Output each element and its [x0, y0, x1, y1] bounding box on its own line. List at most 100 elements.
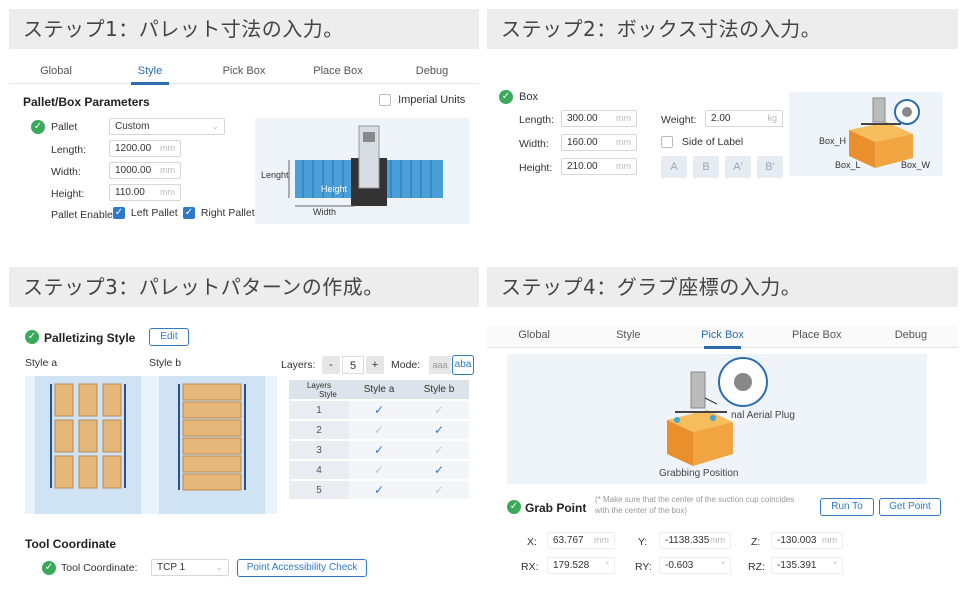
pallet-width-field[interactable]: 1000.00 mm — [109, 162, 181, 179]
tab-global[interactable]: Global — [9, 62, 103, 83]
step3-panel: ✓ Palletizing Style Edit Style a Style b… — [9, 316, 479, 598]
style-a-cell[interactable]: ✓ — [349, 400, 409, 421]
pallet-width-value: 1000.00 — [115, 165, 152, 176]
grab-illustration: nal Aerial Plug Grabbing Position — [507, 354, 927, 484]
right-pallet-checkbox[interactable]: ✓ Right Pallet — [183, 207, 255, 220]
tab-debug[interactable]: Debug — [864, 326, 958, 347]
unit-label: mm — [710, 535, 725, 545]
illus-grabbing-position: Grabbing Position — [659, 468, 739, 479]
tab-place-box[interactable]: Place Box — [291, 62, 385, 83]
style-b-cell[interactable]: ✓ — [409, 460, 469, 481]
style-a-cell[interactable]: ✓ — [349, 480, 409, 501]
tab-place-box[interactable]: Place Box — [770, 326, 864, 347]
tab-pick-box[interactable]: Pick Box — [675, 326, 769, 349]
imperial-units-checkbox[interactable]: Imperial Units — [379, 94, 465, 107]
style-a-cell[interactable]: ✓ — [349, 440, 409, 461]
step3-header: ステップ3：パレットパターンの作成。 — [9, 267, 479, 307]
unit-label: mm — [616, 137, 631, 147]
rx-value: 179.528 — [553, 560, 590, 571]
pallet-box-params-title: Pallet/Box Parameters — [23, 95, 150, 109]
col-style-b: Style b — [409, 380, 469, 401]
rz-label: RZ: — [748, 561, 765, 573]
right-pallet-box[interactable]: ✓ — [183, 207, 195, 220]
unit-label: mm — [160, 165, 175, 175]
check-icon: ✓ — [433, 423, 445, 437]
pallet-height-field[interactable]: 110.00 mm — [109, 184, 181, 201]
get-point-button[interactable]: Get Point — [879, 498, 941, 516]
edit-button[interactable]: Edit — [149, 328, 189, 346]
face-a-prime-button[interactable]: A' — [725, 156, 751, 178]
point-accessibility-check-button[interactable]: Point Accessibility Check — [237, 559, 367, 577]
ry-field[interactable]: -0.603 ° — [659, 557, 731, 574]
style-a-label: Style a — [25, 357, 58, 369]
y-value: -1138.335 — [665, 535, 710, 546]
layer-style-table: Layers Style Style a Style b 1 ✓ ✓ 2 ✓ ✓ 3 ✓ ✓ 4 ✓ ✓… — [289, 380, 469, 501]
side-of-label-box[interactable] — [661, 136, 673, 149]
style-b-cell[interactable]: ✓ — [409, 400, 469, 421]
layers-minus-button[interactable]: - — [322, 356, 340, 374]
style-b-cell[interactable]: ✓ — [409, 480, 469, 501]
y-field[interactable]: -1138.335 mm — [659, 532, 731, 549]
tab-global[interactable]: Global — [487, 326, 581, 347]
face-b-button[interactable]: B — [693, 156, 719, 178]
layers-value[interactable]: 5 — [342, 356, 364, 374]
grab-point-note: (* Make sure that the center of the suct… — [595, 495, 795, 515]
run-to-button[interactable]: Run To — [820, 498, 874, 516]
check-icon: ✓ — [373, 423, 385, 437]
z-field[interactable]: -130.003 mm — [771, 532, 843, 549]
box-weight-field[interactable]: 2.00 kg — [705, 110, 783, 127]
mode-aaa-button[interactable]: aaa — [429, 356, 451, 374]
table-row: 5 ✓ ✓ — [289, 480, 469, 501]
x-label: X: — [527, 536, 537, 548]
tab-debug[interactable]: Debug — [385, 62, 479, 83]
face-a-button[interactable]: A — [661, 156, 687, 178]
pallet-check-icon: ✓ — [31, 120, 45, 134]
degree-label: ° — [721, 560, 725, 570]
y-label: Y: — [638, 536, 648, 548]
box-length-field[interactable]: 300.00 mm — [561, 110, 637, 127]
pallet-illustration: Lenght Width Height — [255, 118, 469, 224]
step2-header: ステップ2：ボックス寸法の入力。 — [487, 9, 958, 49]
pallet-length-field[interactable]: 1200.00 mm — [109, 140, 181, 157]
rx-field[interactable]: 179.528 ° — [547, 557, 615, 574]
palletizing-style-title: Palletizing Style — [44, 331, 136, 345]
imperial-units-box[interactable] — [379, 94, 391, 107]
face-b-prime-button[interactable]: B' — [757, 156, 783, 178]
style-a-cell[interactable]: ✓ — [349, 420, 409, 441]
grab-point-title: Grab Point — [525, 501, 587, 515]
tab-style[interactable]: Style — [581, 326, 675, 347]
style-b-cell[interactable]: ✓ — [409, 420, 469, 441]
mode-aba-button[interactable]: aba — [452, 355, 474, 375]
box-width-value: 160.00 — [567, 137, 598, 148]
tab-pick-box[interactable]: Pick Box — [197, 62, 291, 83]
box-height-field[interactable]: 210.00 mm — [561, 158, 637, 175]
x-field[interactable]: 63.767 mm — [547, 532, 615, 549]
unit-label: mm — [616, 113, 631, 123]
left-pallet-box[interactable]: ✓ — [113, 207, 125, 220]
tab-style[interactable]: Style — [103, 62, 197, 85]
pallet-width-label: Width: — [51, 166, 81, 178]
rz-value: -135.391 — [777, 560, 817, 571]
side-of-label-checkbox[interactable]: Side of Label — [661, 136, 743, 149]
z-value: -130.003 — [777, 535, 817, 546]
box-width-field[interactable]: 160.00 mm — [561, 134, 637, 151]
check-icon: ✓ — [373, 463, 385, 477]
illus-length-label: Lenght — [261, 170, 289, 180]
left-pallet-checkbox[interactable]: ✓ Left Pallet — [113, 207, 178, 220]
style-b-cell[interactable]: ✓ — [409, 440, 469, 461]
illus-width-label: Width — [313, 207, 337, 217]
step4-panel: Global Style Pick Box Place Box Debug na… — [487, 316, 958, 598]
table-row: 3 ✓ ✓ — [289, 440, 469, 461]
check-icon: ✓ — [433, 403, 445, 417]
tool-coordinate-select[interactable]: TCP 1 ⌄ — [151, 559, 229, 576]
unit-label: mm — [822, 535, 837, 545]
ry-value: -0.603 — [665, 560, 694, 571]
rz-field[interactable]: -135.391 ° — [771, 557, 843, 574]
check-icon: ✓ — [433, 443, 445, 457]
style-a-cell[interactable]: ✓ — [349, 460, 409, 481]
layer-number: 3 — [289, 440, 349, 461]
pallet-type-select[interactable]: Custom ⌄ — [109, 118, 225, 135]
layers-plus-button[interactable]: + — [366, 356, 384, 374]
box-length-value: 300.00 — [567, 113, 598, 124]
chevron-down-icon: ⌄ — [215, 562, 223, 572]
